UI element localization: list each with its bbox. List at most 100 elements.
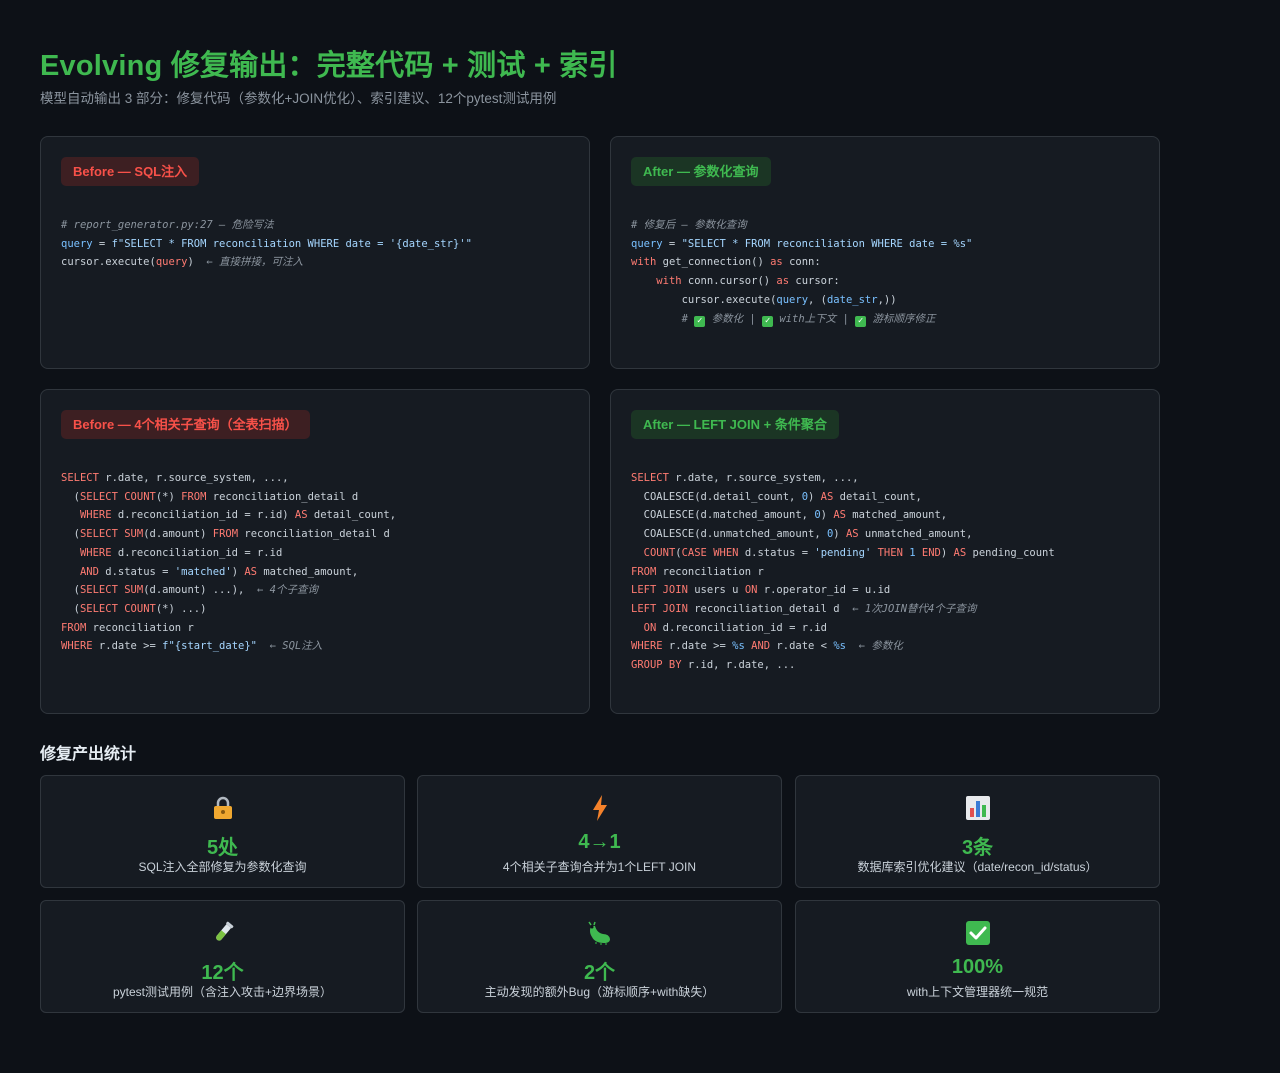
code-token: AND (79, 565, 99, 578)
stat-desc: SQL注入全部修复为参数化查询 (138, 860, 307, 874)
code-line: WHERE d.reconciliation_id = r.id) AS det… (61, 506, 396, 525)
code-token: WHERE (79, 546, 112, 559)
code-token: CASE (681, 546, 707, 559)
code-token: COALESCE(d.matched_amount, (631, 509, 815, 522)
code-line: LEFT JOIN users u ON r.operator_id = u.i… (631, 581, 1055, 600)
code-token: SUM (124, 584, 144, 597)
code-token: FROM (212, 528, 239, 541)
code-token: as (776, 275, 790, 288)
code-comment: ← 1次JOIN替代4个子查询 (839, 602, 977, 615)
code-line: WHERE d.reconciliation_id = r.id (61, 544, 396, 563)
code-token: COUNT (643, 546, 676, 559)
code-line: LEFT JOIN reconciliation_detail d ← 1次JO… (631, 600, 1055, 619)
code-token: pending_count (966, 546, 1055, 559)
page-title: Evolving 修复输出：完整代码 + 测试 + 索引 (40, 50, 618, 82)
code-line: WHERE r.date >= %s AND r.date < %s ← 参数化 (631, 637, 1055, 656)
stat-card: 3条 数据库索引优化建议（date/recon_id/status） (795, 775, 1160, 888)
stat-card: 100% with上下文管理器统一规范 (795, 900, 1160, 1013)
stat-value: 2个 (583, 962, 616, 984)
check-icon: ✓ (762, 315, 774, 327)
code-line: COALESCE(d.matched_amount, 0) AS matched… (631, 506, 1055, 525)
code-comment: with上下文 (779, 312, 837, 325)
code-token: , ( (808, 293, 827, 306)
code-token: d.status = (98, 565, 175, 578)
code-token: date_str (826, 293, 878, 306)
sql-after-badge: After — 参数化查询 (631, 157, 771, 186)
code-token: SELECT (79, 490, 118, 503)
code-line: ON d.reconciliation_id = r.id (631, 619, 1055, 638)
join-after-code: SELECT r.date, r.source_system, ..., COA… (631, 469, 1055, 675)
code-token: GROUP BY (631, 659, 682, 672)
join-before-badge: Before — 4个相关子查询（全表扫描） (61, 410, 310, 439)
code-token: matched_amount, (257, 565, 359, 578)
code-token: d.status = (738, 546, 815, 559)
code-token: ) (808, 490, 821, 503)
check-icon (796, 919, 1159, 947)
code-line: SELECT r.date, r.source_system, ..., (631, 469, 1055, 488)
code-token: ( (61, 602, 80, 615)
code-comment: ← 4个子查询 (244, 584, 318, 597)
code-token: 'matched' (174, 565, 232, 578)
stat-desc: 数据库索引优化建议（date/recon_id/status） (857, 860, 1098, 874)
check-icon: ✓ (855, 315, 867, 327)
code-token: ) (820, 509, 834, 522)
code-token: AS (845, 528, 859, 541)
code-token: d.reconciliation_id = r.id (111, 546, 283, 559)
code-token: r.date, r.source_system, ..., (98, 472, 289, 484)
code-line: (SELECT COUNT(*) FROM reconciliation_det… (61, 488, 396, 507)
code-string: "SELECT * FROM reconciliation WHERE date… (681, 237, 973, 250)
code-token: FROM (631, 565, 657, 578)
stat-value: 5处 (206, 837, 239, 859)
code-token: FROM (181, 490, 207, 503)
lock-icon (41, 794, 404, 822)
code-token: END (921, 546, 941, 559)
code-token: d.reconciliation_id = r.id (656, 621, 827, 634)
code-token: AS (953, 546, 967, 559)
code-token: r.date < (770, 640, 834, 653)
code-token: LEFT JOIN (631, 584, 688, 597)
code-token: WHERE (631, 640, 663, 653)
code-comment: # report_generator.py:27 — 危险写法 (61, 219, 274, 231)
code-token: %s (833, 640, 846, 653)
code-token: get_connection() (656, 256, 771, 269)
code-line: WHERE r.date >= f"{start_date}" ← SQL注入 (61, 637, 396, 656)
code-token: with (631, 256, 657, 269)
stat-value: 4→1 (578, 831, 621, 853)
code-token: AS (244, 565, 258, 578)
stat-desc: with上下文管理器统一规范 (906, 985, 1049, 999)
code-comment: 参数化 (711, 312, 744, 325)
join-before-panel: Before — 4个相关子查询（全表扫描） SELECT r.date, r.… (40, 389, 590, 714)
code-token: AS (820, 490, 834, 503)
code-token: WHERE (79, 509, 112, 522)
code-token: reconciliation r (656, 565, 764, 578)
code-token: cursor: (789, 275, 840, 288)
test-tube-icon (41, 919, 404, 947)
stat-desc: 主动发现的额外Bug（游标顺序+with缺失） (484, 985, 715, 999)
code-token: r.date >= (662, 640, 733, 653)
stat-card: 2个 主动发现的额外Bug（游标顺序+with缺失） (417, 900, 782, 1013)
code-token: reconciliation r (86, 621, 194, 634)
code-token: ( (61, 490, 80, 503)
code-line: COUNT(CASE WHEN d.status = 'pending' THE… (631, 544, 1055, 563)
code-token: FROM (61, 621, 87, 634)
code-token: SELECT (79, 584, 118, 597)
code-token: r.operator_id = u.id (757, 584, 891, 597)
stat-value: 12个 (201, 962, 244, 984)
code-token: reconciliation_detail d (206, 490, 359, 503)
code-token: matched_amount, (845, 509, 948, 522)
code-token: WHEN (713, 546, 739, 559)
code-token: detail_count, (307, 509, 397, 522)
code-token: SUM (124, 528, 144, 541)
code-comment: ← 直接拼接，可注入 (193, 256, 304, 269)
code-token: detail_count, (833, 490, 922, 503)
code-token: ) (833, 528, 846, 541)
code-token: cursor.execute( (631, 293, 777, 306)
code-token: query (631, 237, 663, 250)
code-token: conn: (782, 256, 821, 269)
stat-value: 100% (951, 956, 1004, 978)
code-token: SELECT (79, 602, 118, 615)
